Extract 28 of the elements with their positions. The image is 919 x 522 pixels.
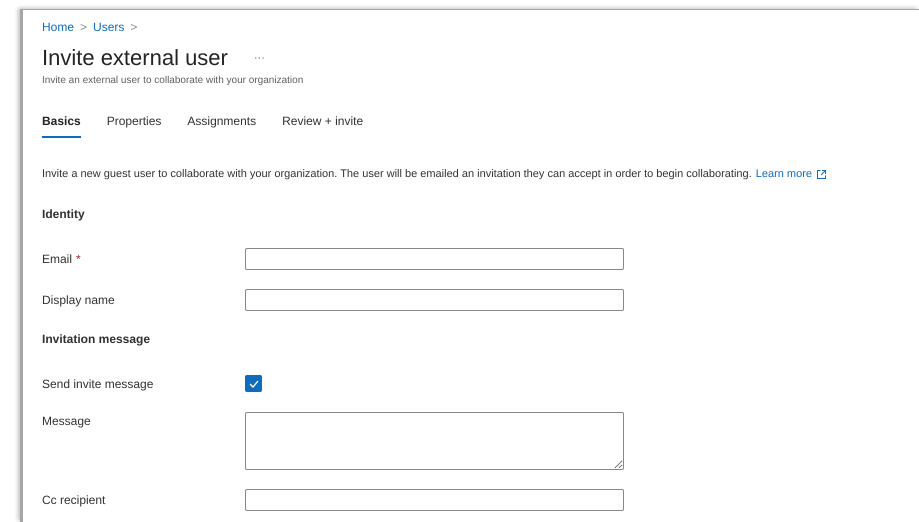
- check-icon: [248, 380, 258, 388]
- tab[interactable]: Properties: [106, 112, 162, 138]
- field-label: Cc recipient: [42, 492, 106, 508]
- field-label: Email: [42, 250, 72, 268]
- text-field[interactable]: [245, 288, 624, 310]
- tab[interactable]: Assignments: [187, 112, 256, 138]
- intro-text: Invite a new guest user to collaborate with your organization. The user will be emailed an invitation they can accept in order to begin collaborating.: [42, 167, 752, 182]
- required-mark: *: [76, 250, 81, 268]
- learn-more-link[interactable]: Learn more: [756, 166, 812, 182]
- breadcrumb-separator: >: [130, 19, 138, 36]
- checkbox[interactable]: [245, 375, 262, 392]
- page-title: Invite external user: [42, 45, 228, 71]
- message-field[interactable]: [245, 412, 624, 470]
- breadcrumb-link[interactable]: Home: [42, 18, 74, 36]
- section-heading: Invitation message: [42, 330, 152, 348]
- tab[interactable]: Review + invite: [282, 112, 364, 138]
- text-field[interactable]: [245, 248, 624, 270]
- field-label: Display name: [42, 292, 115, 308]
- section-heading: Identity: [42, 206, 86, 222]
- page-subtitle: Invite an external user to collaborate with your organization: [42, 74, 304, 88]
- field-label: Message: [42, 412, 91, 430]
- tab[interactable]: Basics: [42, 112, 81, 138]
- more-button[interactable]: ···: [250, 50, 269, 66]
- breadcrumb-separator: >: [80, 19, 88, 36]
- external-link-icon: [816, 170, 826, 179]
- text-field[interactable]: [245, 488, 624, 510]
- field-label: Send invite message: [42, 376, 154, 392]
- breadcrumb-link[interactable]: Users: [93, 18, 124, 36]
